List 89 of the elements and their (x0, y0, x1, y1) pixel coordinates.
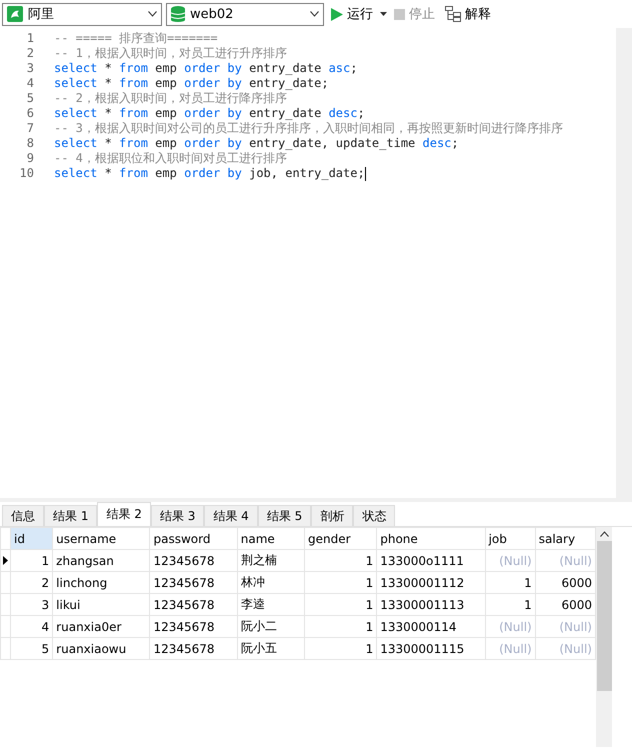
table-cell: 3 (10, 594, 53, 616)
scrollbar[interactable] (596, 527, 612, 747)
table-cell: 13300001112 (376, 572, 486, 594)
column-header[interactable]: phone (376, 528, 486, 550)
table-cell: 1 (304, 550, 377, 572)
table-cell: (Null) (485, 616, 536, 638)
column-header[interactable]: username (52, 528, 150, 550)
code-line: -- 3，根据入职时间对公司的员工进行升序排序，入职时间相同，再按照更新时间进行降序排序 (54, 121, 564, 136)
code-line: -- 2，根据入职时间，对员工进行降序排序 (54, 91, 288, 106)
result-tab[interactable]: 结果 5 (258, 505, 312, 526)
column-header[interactable]: id (10, 528, 53, 550)
stop-icon (394, 8, 405, 20)
table-cell: 12345678 (150, 616, 238, 638)
line-number: 4 (26, 76, 35, 91)
table-cell: 13300001113 (376, 594, 486, 616)
scroll-thumb[interactable] (596, 541, 612, 691)
table-cell: 1 (485, 572, 536, 594)
line-number: 2 (26, 46, 35, 61)
chevron-down-icon (310, 11, 319, 17)
chevron-down-icon (148, 11, 157, 17)
table-cell: 12345678 (150, 550, 238, 572)
table-cell: 1 (485, 594, 536, 616)
table-cell: 12345678 (150, 572, 238, 594)
code-line: -- 4，根据职位和入职时间对员工进行排序 (54, 151, 288, 166)
result-tab[interactable]: 结果 2 (97, 502, 151, 526)
table-cell: 5 (10, 638, 53, 660)
table-cell: (Null) (485, 638, 536, 660)
table-cell: (Null) (485, 550, 536, 572)
table-cell: likui (52, 594, 150, 616)
result-tab[interactable]: 结果 4 (204, 505, 258, 526)
result-tab[interactable]: 结果 1 (44, 505, 98, 526)
column-header[interactable]: job (485, 528, 536, 550)
column-header[interactable]: password (150, 528, 238, 550)
result-tab[interactable]: 剖析 (311, 505, 354, 526)
table-cell: zhangsan (52, 550, 150, 572)
line-number: 7 (26, 121, 35, 136)
scroll-up-icon[interactable] (600, 531, 608, 537)
table-cell: 1 (304, 594, 377, 616)
row-indicator[interactable] (0, 550, 11, 572)
table-cell: 荆之楠 (237, 550, 304, 572)
table-cell: 1 (10, 550, 53, 572)
table-cell: 1330000114 (376, 616, 486, 638)
table-cell: 4 (10, 616, 53, 638)
database-icon (171, 6, 185, 22)
table-cell: 12345678 (150, 638, 238, 660)
table-cell: ruanxiaowu (52, 638, 150, 660)
line-number: 1 (26, 31, 35, 46)
table-cell: linchong (52, 572, 150, 594)
table-cell: 12345678 (150, 594, 238, 616)
result-tab[interactable]: 结果 3 (150, 505, 204, 526)
explain-button[interactable]: 解释 (442, 5, 494, 23)
table-cell: 阮小五 (237, 638, 304, 660)
table-cell: 13300001115 (376, 638, 486, 660)
line-number: 9 (26, 151, 35, 166)
line-number: 8 (26, 136, 35, 151)
tree-icon (445, 6, 461, 22)
dropdown-arrow-icon[interactable] (380, 12, 387, 16)
result-tab[interactable]: 信息 (2, 505, 44, 526)
connection-select[interactable]: 阿里 (2, 2, 162, 26)
code-line: -- ===== 排序查询======= (54, 31, 219, 46)
dolphin-icon (7, 6, 23, 22)
code-line: select * from emp order by entry_date asc; (54, 61, 358, 76)
line-number: 10 (18, 166, 35, 181)
code-line: select * from emp order by entry_date desc; (54, 106, 366, 121)
database-select[interactable]: web02 (166, 2, 324, 26)
table-cell: 2 (10, 572, 53, 594)
sql-editor[interactable] (0, 28, 616, 498)
line-number: 6 (26, 106, 35, 121)
table-cell: 李逵 (237, 594, 304, 616)
table-cell: 林冲 (237, 572, 304, 594)
code-line: select * from emp order by entry_date; (54, 76, 330, 91)
code-line: -- 1，根据入职时间，对员工进行升序排序 (54, 46, 288, 61)
run-button[interactable]: 运行 (328, 5, 376, 23)
current-row-icon (3, 556, 8, 564)
table-cell: ruanxia0er (52, 616, 150, 638)
table-cell: 1 (304, 572, 377, 594)
result-tab[interactable]: 状态 (353, 505, 396, 526)
line-number: 3 (26, 61, 35, 76)
table-cell: 1 (304, 616, 377, 638)
play-icon (331, 8, 343, 20)
table-cell: 1 (304, 638, 377, 660)
code-line: select * from emp order by entry_date, update_time desc; (54, 136, 460, 151)
code-line: select * from emp order by job, entry_date; (54, 166, 367, 181)
table-cell: 133000o1111 (376, 550, 486, 572)
line-number: 5 (26, 91, 35, 106)
table-cell: 阮小二 (237, 616, 304, 638)
column-header[interactable]: gender (304, 528, 377, 550)
column-header[interactable]: name (237, 528, 304, 550)
column-header[interactable]: salary (535, 528, 596, 550)
